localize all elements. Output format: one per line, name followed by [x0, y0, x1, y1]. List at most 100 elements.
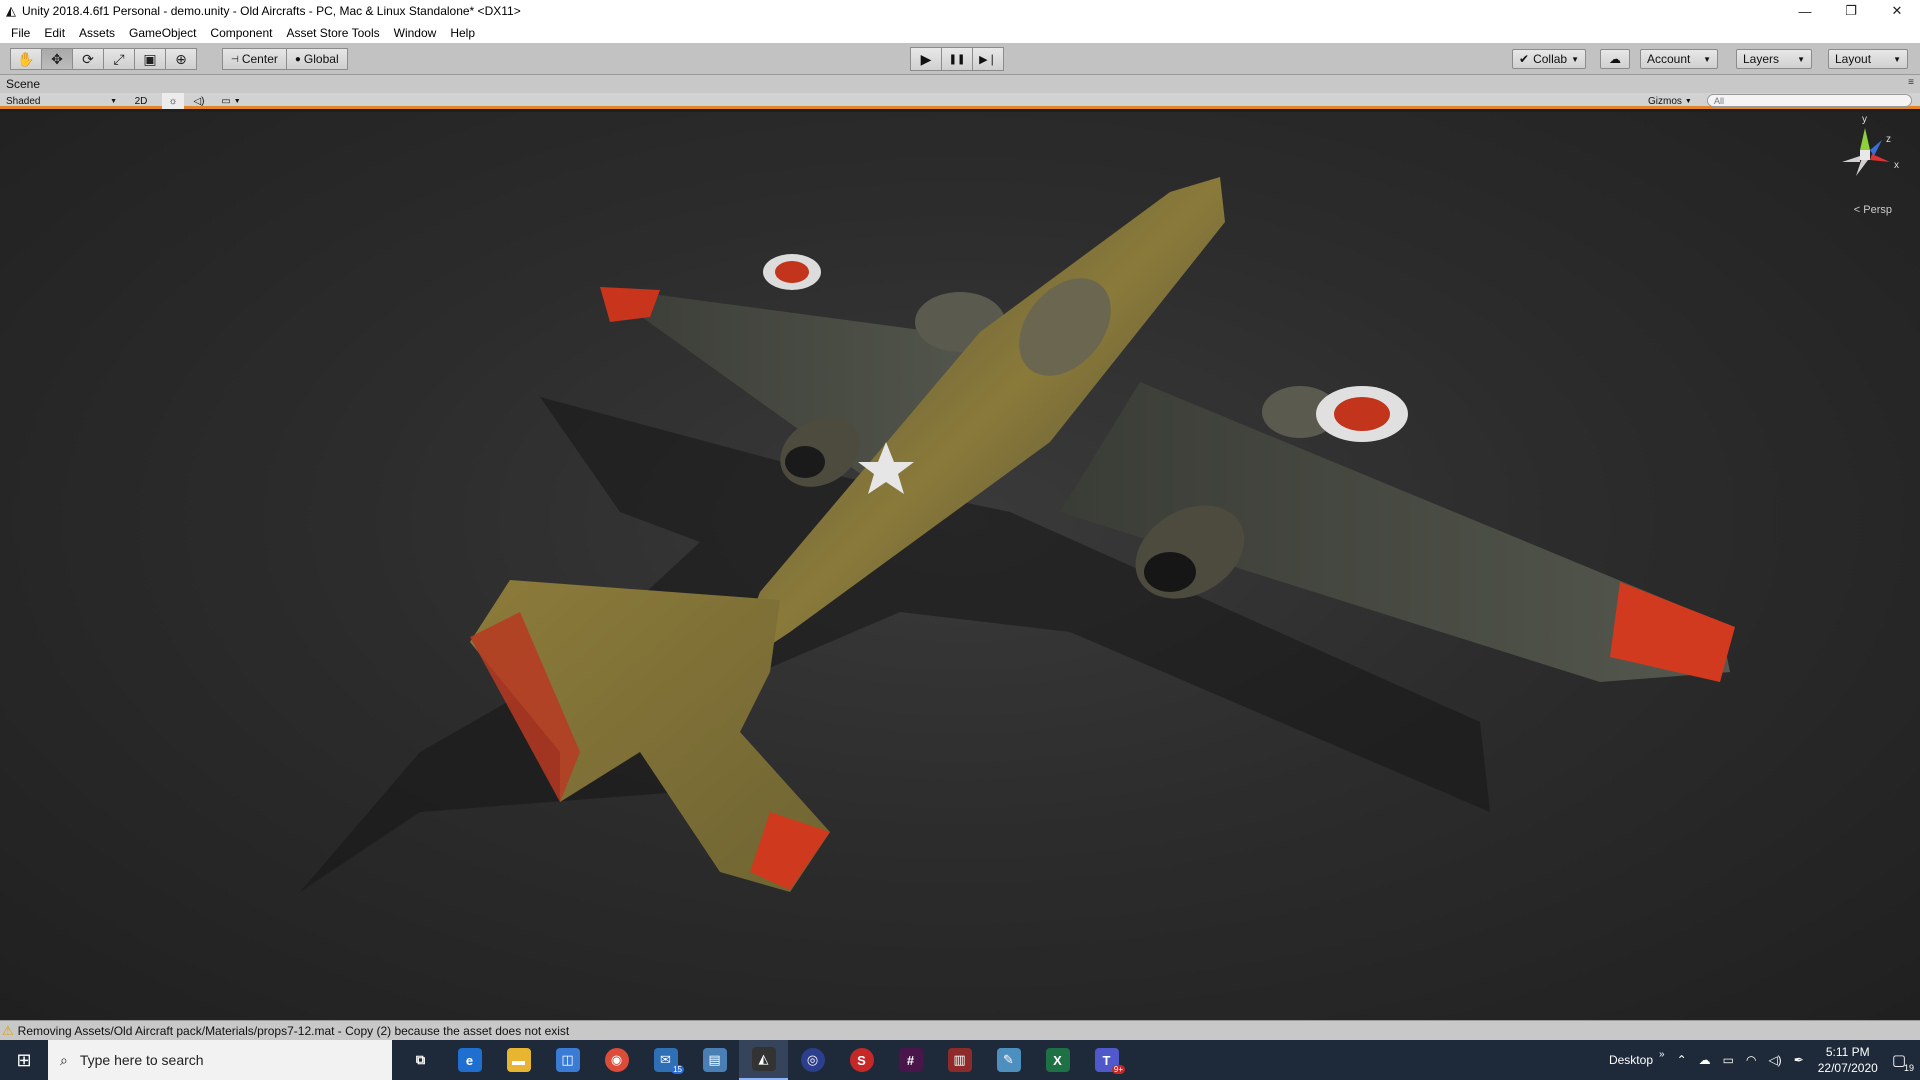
store-icon: ◫ [555, 1048, 580, 1072]
menu-gameobject[interactable]: GameObject [122, 26, 203, 40]
substance-app[interactable]: S [837, 1040, 886, 1080]
axis-x-label: x [1894, 160, 1899, 171]
axis-gizmo-icon [1842, 128, 1890, 176]
menu-window[interactable]: Window [387, 26, 444, 40]
chevron-down-icon: ▼ [1684, 97, 1692, 105]
scene-tab[interactable]: Scene [6, 77, 40, 91]
winrar-icon: ▥ [947, 1048, 972, 1072]
pivot-global-button[interactable]: ● Global [285, 48, 348, 70]
menu-help[interactable]: Help [443, 26, 482, 40]
menu-assets[interactable]: Assets [72, 26, 122, 40]
pause-button[interactable]: ❚❚ [941, 47, 973, 71]
lighting-toggle[interactable]: ☼ [162, 93, 184, 109]
effects-dropdown[interactable]: ▭ ▼ [216, 93, 246, 109]
collab-dropdown[interactable]: ✔ Collab ▼ [1512, 49, 1587, 69]
excel-app[interactable]: X [1033, 1040, 1082, 1080]
chevron-up-icon: ⌃ [1676, 1053, 1687, 1067]
account-label: Account [1647, 52, 1691, 66]
transform-tool-button[interactable]: ⊕ [165, 48, 197, 70]
remote-desktop-app[interactable]: ▤ [690, 1040, 739, 1080]
winrar-app[interactable]: ▥ [935, 1040, 984, 1080]
chevron-down-icon: ▼ [1571, 54, 1580, 64]
rotate-tool-button[interactable]: ⟳ [72, 48, 104, 70]
search-icon: ⌕ [60, 1051, 68, 1068]
gizmos-label: Gizmos [1648, 95, 1682, 107]
console-status-bar[interactable]: ⚠ Removing Assets/Old Aircraft pack/Mate… [0, 1020, 1920, 1040]
volume-tray[interactable]: ◁) [1762, 1053, 1787, 1067]
remote-desktop-icon: ▤ [702, 1048, 727, 1072]
pen-tray[interactable]: ✒ [1788, 1053, 1810, 1067]
chrome-app[interactable]: ◉ [592, 1040, 641, 1080]
chevron-down-icon: ▼ [1703, 54, 1711, 64]
play-button[interactable]: ▶ [910, 47, 942, 71]
panel-menu-icon[interactable]: ≡ [1908, 77, 1914, 88]
transform-tools: ✋ ✥ ⟳ ⤢ ▣ ⊕ [10, 48, 197, 70]
right-roundel [1316, 386, 1408, 442]
pivot-controls: ⊣ Center ● Global [222, 48, 348, 70]
close-button[interactable]: ✕ [1874, 0, 1920, 22]
speaker-icon: ◁) [1768, 1053, 1782, 1067]
orientation-gizmo[interactable]: y z x [1830, 114, 1900, 208]
desktop-toolbar[interactable]: Desktop » [1603, 1049, 1671, 1068]
axis-z-label: z [1886, 134, 1891, 145]
move-tool-button[interactable]: ✥ [41, 48, 73, 70]
excel-icon: X [1045, 1048, 1070, 1072]
pivot-center-label: Center [241, 52, 278, 66]
action-center-button[interactable]: ▢ 19 [1886, 1051, 1920, 1073]
check-icon: ✔ [1519, 52, 1530, 66]
menu-component[interactable]: Component [203, 26, 279, 40]
windows-taskbar: ⊞ ⌕ Type here to search ⧉ e ▬ ◫ ◉ ✉ 15 ▤… [0, 1040, 1920, 1080]
folder-icon: ▬ [506, 1048, 531, 1072]
store-app[interactable]: ◫ [543, 1040, 592, 1080]
onedrive-tray[interactable]: ☁ [1693, 1053, 1717, 1067]
step-button[interactable]: ▶❘ [972, 47, 1004, 71]
speaker-icon: ◁) [193, 95, 205, 107]
file-explorer-app[interactable]: ▬ [494, 1040, 543, 1080]
menu-file[interactable]: File [4, 26, 37, 40]
mail-badge: 15 [671, 1065, 684, 1074]
warning-icon: ⚠ [2, 1022, 14, 1038]
paint-app[interactable]: ✎ [984, 1040, 1033, 1080]
unity-app[interactable]: ◭ [739, 1040, 788, 1080]
gizmos-dropdown[interactable]: Gizmos ▼ [1648, 93, 1692, 109]
audio-toggle[interactable]: ◁) [188, 93, 210, 109]
scene-view-toolbar: Shaded ▼ 2D ☼ ◁) ▭ ▼ Gizmos ▼ [0, 93, 1920, 109]
scale-tool-button[interactable]: ⤢ [103, 48, 135, 70]
menu-edit[interactable]: Edit [37, 26, 72, 40]
start-button[interactable]: ⊞ [0, 1040, 48, 1080]
network-tray[interactable]: ◠ [1740, 1053, 1762, 1067]
2d-toggle[interactable]: 2D [130, 93, 152, 109]
teams-app[interactable]: T 9+ [1082, 1040, 1131, 1080]
hand-tool-button[interactable]: ✋ [10, 48, 42, 70]
taskbar-search[interactable]: ⌕ Type here to search [48, 1040, 392, 1080]
account-dropdown[interactable]: Account ▼ [1640, 49, 1718, 69]
scene-search-input[interactable] [1707, 94, 1912, 107]
rect-tool-button[interactable]: ▣ [134, 48, 166, 70]
cloud-button[interactable]: ☁ [1600, 49, 1630, 69]
scene-viewport[interactable]: y z x < Persp [0, 112, 1920, 1020]
shading-mode-dropdown[interactable]: Shaded ▼ [6, 93, 121, 109]
layers-dropdown[interactable]: Layers ▼ [1736, 49, 1812, 69]
show-hidden-icons-button[interactable]: ⌃ [1671, 1053, 1693, 1067]
menu-asset-store-tools[interactable]: Asset Store Tools [279, 26, 386, 40]
cinema4d-app[interactable]: ◎ [788, 1040, 837, 1080]
minimize-button[interactable]: — [1782, 0, 1828, 22]
playback-controls: ▶ ❚❚ ▶❘ [910, 47, 1004, 71]
chevron-down-icon: ▼ [233, 97, 241, 105]
restore-button[interactable]: ❐ [1828, 0, 1874, 22]
edge-app[interactable]: e [445, 1040, 494, 1080]
layout-dropdown[interactable]: Layout ▼ [1828, 49, 1908, 69]
slack-app[interactable]: # [886, 1040, 935, 1080]
clock[interactable]: 5:11 PM 22/07/2020 [1810, 1044, 1886, 1076]
mail-app[interactable]: ✉ 15 [641, 1040, 690, 1080]
pivot-global-label: Global [303, 52, 339, 66]
projection-label-text: Persp [1863, 204, 1892, 216]
window-title: Unity 2018.4.6f1 Personal - demo.unity -… [22, 4, 521, 18]
projection-label[interactable]: < Persp [1854, 204, 1892, 216]
pivot-center-icon: ⊣ [231, 53, 239, 64]
task-view-button[interactable]: ⧉ [396, 1040, 445, 1080]
battery-tray[interactable]: ▭ [1717, 1053, 1740, 1067]
pivot-center-button[interactable]: ⊣ Center [222, 48, 287, 70]
cinema4d-icon: ◎ [800, 1048, 825, 1072]
wifi-icon: ◠ [1745, 1053, 1757, 1067]
